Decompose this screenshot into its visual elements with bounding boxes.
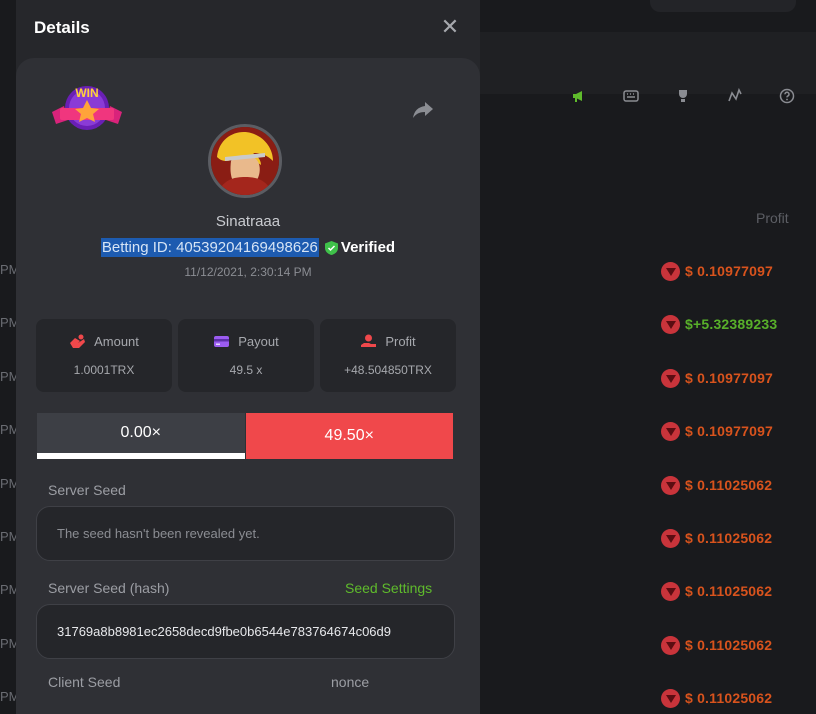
row-profit: $ 0.11025062 [685, 477, 773, 493]
seed-settings-link[interactable]: Seed Settings [345, 580, 432, 596]
trophy-icon[interactable] [674, 87, 692, 105]
row-profit: $ 0.11025062 [685, 583, 773, 599]
multiplier-left: 0.00× [37, 413, 245, 459]
money-hand-icon [70, 334, 86, 348]
nonce-label: nonce [331, 674, 370, 690]
tron-icon [661, 689, 680, 708]
tron-icon [661, 369, 680, 388]
chart-line-icon[interactable] [726, 87, 744, 105]
tron-icon [661, 529, 680, 548]
server-seed-label: Server Seed [48, 482, 126, 498]
tron-icon [661, 262, 680, 281]
shield-check-icon [324, 240, 338, 255]
share-icon[interactable] [412, 100, 434, 120]
profit-column-header: Profit [756, 210, 789, 226]
multiplier-bar: 0.00× 49.50× [37, 413, 453, 459]
stat-profit: Profit +48.504850TRX [320, 319, 456, 392]
multiplier-right: 49.50× [245, 413, 453, 459]
tron-icon [661, 582, 680, 601]
details-modal: Details ✕ WIN Sinatraaa Betting ID: 4053… [16, 0, 480, 714]
row-profit: $ 0.11025062 [685, 530, 773, 546]
game-toolbar [470, 32, 816, 104]
row-profit: $ 0.10977097 [685, 423, 774, 439]
row-profit: $ 0.11025062 [685, 637, 773, 653]
tron-icon [661, 476, 680, 495]
row-profit: $ 0.10977097 [685, 370, 774, 386]
top-bar [650, 0, 796, 12]
wallet-icon [214, 336, 230, 347]
stat-label: Payout [238, 334, 279, 349]
betting-id[interactable]: Betting ID: 405392041694986​26 [100, 238, 319, 257]
stat-value: 49.5 x [229, 363, 263, 377]
tron-icon [661, 315, 680, 334]
timestamp: 11/12/2021, 2:30:14 PM [184, 265, 312, 279]
badge-text: WIN [75, 86, 98, 100]
tron-icon [661, 636, 680, 655]
stat-value: 1.0001TRX [73, 363, 135, 377]
row-profit: $ 0.11025062 [685, 690, 773, 706]
stat-payout: Payout 49.5 x [178, 319, 314, 392]
avatar [208, 124, 282, 198]
modal-title: Details [34, 18, 90, 37]
username: Sinatraaa [215, 213, 281, 230]
server-hash-field[interactable]: 31769a8b8981ec2658decd9fbe0b6544e7837646… [36, 604, 455, 659]
verified-label: Verified [340, 239, 396, 256]
betting-id-row: Betting ID: 405392041694986​26 Verified [16, 238, 480, 257]
row-profit: $ 0.10977097 [685, 263, 774, 279]
bet-details-card: WIN Sinatraaa Betting ID: 40539204169498… [16, 58, 480, 714]
stats-row: Amount 1.0001TRX Payout 49.5 x Profit +4… [36, 319, 456, 392]
verified-badge: Verified [324, 239, 396, 256]
client-seed-label: Client Seed [48, 674, 121, 690]
stat-value: +48.504850TRX [344, 363, 432, 377]
stat-label: Amount [94, 334, 139, 349]
keyboard-icon[interactable] [622, 87, 640, 105]
tron-icon [661, 422, 680, 441]
server-seed-field: The seed hasn't been revealed yet. [36, 506, 455, 561]
row-profit: $+5.32389233 [685, 316, 778, 332]
coin-hand-icon [361, 334, 377, 347]
close-icon[interactable]: ✕ [440, 16, 460, 38]
megaphone-icon[interactable] [570, 87, 588, 105]
stat-amount: Amount 1.0001TRX [36, 319, 172, 392]
help-icon[interactable] [778, 87, 796, 105]
stat-label: Profit [385, 334, 416, 349]
win-badge: WIN [50, 82, 124, 138]
server-hash-label: Server Seed (hash) [48, 580, 170, 596]
